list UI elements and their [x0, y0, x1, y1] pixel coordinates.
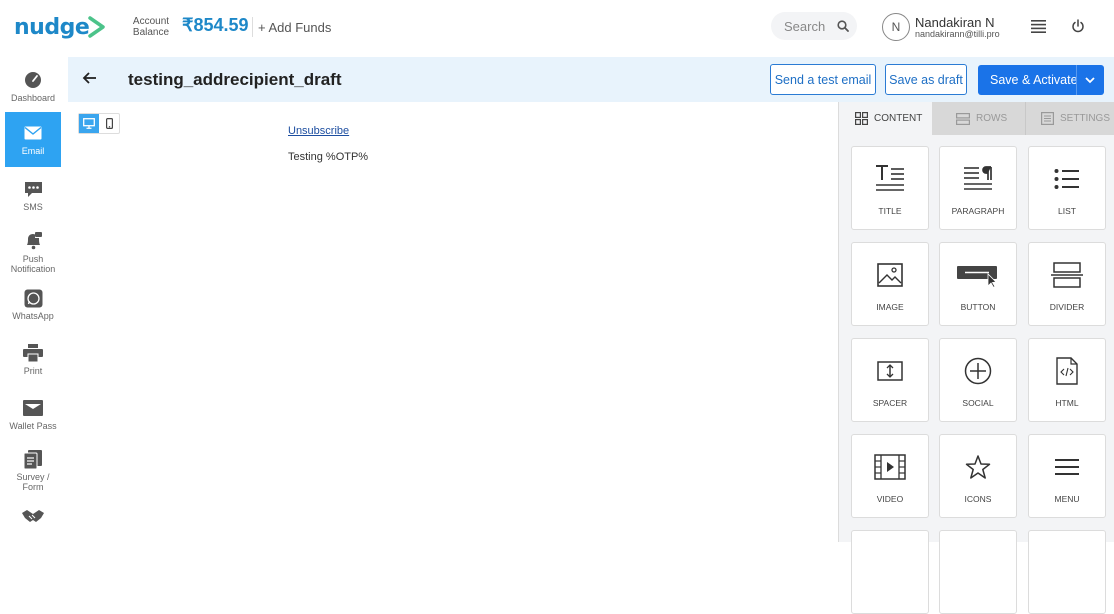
block-paragraph[interactable]: PARAGRAPH	[939, 146, 1017, 230]
logo-text: nudge	[14, 14, 90, 40]
whatsapp-icon	[24, 289, 42, 307]
sidebar-item-survey-form[interactable]: Survey / Form	[5, 449, 61, 492]
gauge-icon	[25, 72, 41, 88]
grid-icon	[855, 112, 868, 125]
sidebar-item-partners[interactable]	[5, 506, 61, 529]
account-balance-value: ₹854.59	[182, 15, 249, 35]
envelope-icon	[24, 126, 42, 140]
block-image[interactable]: IMAGE	[851, 242, 929, 326]
image-icon	[877, 263, 903, 287]
block-menu[interactable]: MENU	[1028, 434, 1106, 518]
tab-rows[interactable]: ROWS	[932, 102, 1026, 135]
mobile-view-button[interactable]	[99, 114, 119, 133]
add-funds-link[interactable]: + Add Funds	[258, 20, 331, 35]
back-arrow-icon[interactable]	[82, 71, 98, 85]
logo-arrow-icon	[88, 16, 105, 38]
email-canvas[interactable]: Unsubscribe Testing %OTP%	[68, 102, 838, 542]
printer-icon	[23, 344, 43, 362]
desktop-view-button[interactable]	[79, 114, 100, 133]
content-panel: CONTENT ROWS SETTINGS TITLE PARAGRAPH LI…	[838, 102, 1114, 614]
rows-icon	[956, 112, 970, 125]
title-icon	[876, 165, 904, 191]
side-navigation: Dashboard Email SMS Push Notification Wh…	[0, 56, 66, 542]
panel-tabs: CONTENT ROWS SETTINGS	[839, 102, 1114, 135]
settings-panel-icon	[1041, 112, 1054, 125]
block-icons[interactable]: ICONS	[939, 434, 1017, 518]
nudge-logo[interactable]: nudge	[14, 12, 107, 42]
list-icon	[1054, 169, 1079, 189]
social-icon	[964, 357, 992, 385]
sidebar-item-dashboard[interactable]: Dashboard	[5, 70, 61, 103]
email-body-text[interactable]: Testing %OTP%	[288, 151, 368, 163]
save-activate-button[interactable]: Save & Activate	[978, 65, 1104, 95]
user-name[interactable]: Nandakiran N	[915, 15, 995, 30]
block-title[interactable]: TITLE	[851, 146, 929, 230]
chat-bubble-icon	[24, 181, 42, 197]
spacer-icon	[877, 361, 903, 381]
block-list[interactable]: LIST	[1028, 146, 1106, 230]
paragraph-icon	[964, 166, 992, 190]
save-activate-label: Save & Activate	[990, 73, 1078, 87]
menu-icon	[1055, 459, 1079, 475]
form-icon	[24, 449, 42, 469]
handshake-icon	[22, 510, 44, 522]
tab-settings[interactable]: SETTINGS	[1026, 102, 1114, 135]
account-balance-label: Account Balance	[132, 16, 170, 38]
sidebar-item-wallet-pass[interactable]: Wallet Pass	[5, 398, 61, 431]
divider	[252, 17, 253, 37]
block-partial[interactable]	[1028, 530, 1106, 614]
editor-header: testing_addrecipient_draft Send a test e…	[68, 57, 1114, 102]
desktop-icon	[83, 118, 96, 129]
search-icon	[837, 20, 850, 32]
sidebar-item-sms[interactable]: SMS	[5, 179, 61, 212]
block-html[interactable]: HTML	[1028, 338, 1106, 422]
block-video[interactable]: VIDEO	[851, 434, 929, 518]
block-partial[interactable]	[939, 530, 1017, 614]
sidebar-item-whatsapp[interactable]: WhatsApp	[5, 288, 61, 321]
save-as-draft-button[interactable]: Save as draft	[885, 64, 967, 95]
bell-icon	[26, 232, 42, 250]
button-icon	[957, 266, 997, 288]
hamburger-menu-icon[interactable]	[1031, 20, 1047, 33]
sidebar-item-push-notification[interactable]: Push Notification	[5, 231, 61, 274]
view-toggle	[78, 113, 120, 134]
block-partial[interactable]	[851, 530, 929, 614]
power-icon[interactable]	[1071, 19, 1085, 33]
block-divider[interactable]: DIVIDER	[1028, 242, 1106, 326]
divider-icon	[1051, 262, 1083, 288]
sidebar-item-email[interactable]: Email	[5, 112, 61, 167]
video-icon	[874, 454, 906, 480]
chevron-down-icon[interactable]	[1084, 74, 1096, 86]
top-bar: nudge Account Balance ₹854.59 + Add Fund…	[0, 0, 1114, 56]
star-icon	[965, 455, 991, 479]
block-button[interactable]: BUTTON	[939, 242, 1017, 326]
unsubscribe-link[interactable]: Unsubscribe	[288, 125, 349, 137]
avatar[interactable]: N	[882, 13, 910, 41]
wallet-icon	[23, 400, 43, 416]
html-icon	[1056, 357, 1078, 385]
block-social[interactable]: SOCIAL	[939, 338, 1017, 422]
user-email: nandakirann@tilli.pro	[915, 29, 1000, 39]
tab-content[interactable]: CONTENT	[839, 102, 932, 135]
mobile-icon	[105, 118, 113, 129]
page-title: testing_addrecipient_draft	[128, 70, 342, 89]
send-test-email-button[interactable]: Send a test email	[770, 64, 876, 95]
search-placeholder: Search	[784, 18, 826, 34]
sidebar-item-print[interactable]: Print	[5, 343, 61, 376]
search-input[interactable]: Search	[771, 12, 857, 40]
block-spacer[interactable]: SPACER	[851, 338, 929, 422]
